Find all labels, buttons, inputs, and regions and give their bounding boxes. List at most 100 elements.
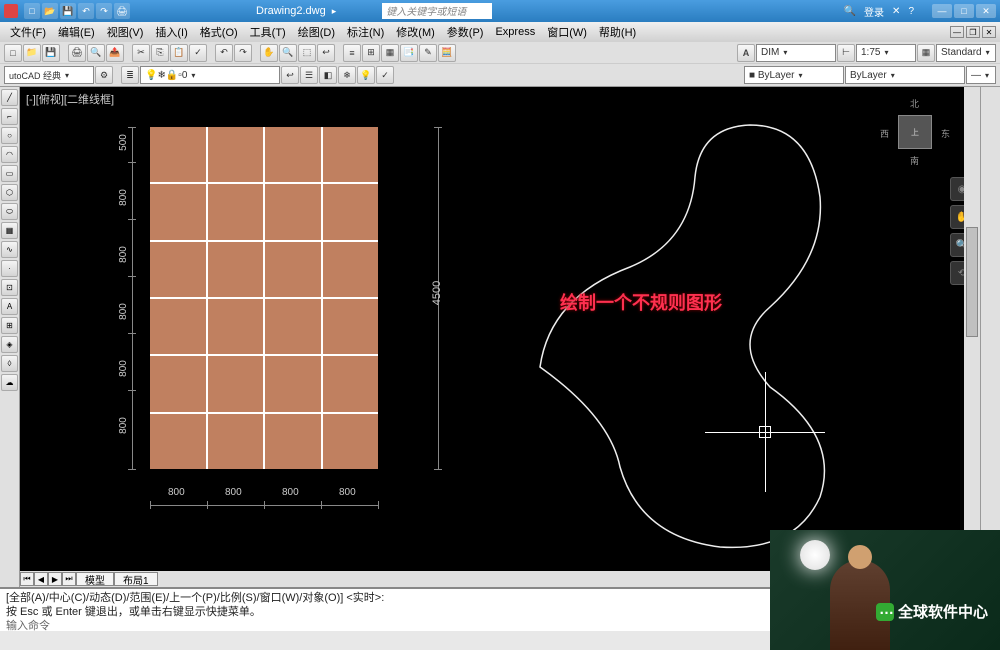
plot-icon[interactable]: 🖨	[68, 44, 86, 62]
drawing-canvas[interactable]: [-][俯视][二维线框] 500 800 800 800 800 800 45…	[20, 87, 980, 587]
hatch-icon[interactable]: ▦	[1, 222, 18, 239]
zoom-prev-icon[interactable]: ↩	[317, 44, 335, 62]
table-icon[interactable]: ▦	[917, 44, 935, 62]
qat-new-icon[interactable]: □	[24, 3, 40, 19]
tab-layout1[interactable]: 布局1	[114, 572, 158, 586]
close-button[interactable]: ✕	[976, 4, 996, 18]
layer-state-icon[interactable]: ☰	[300, 66, 318, 84]
calc-icon[interactable]: 🧮	[438, 44, 456, 62]
menu-express[interactable]: Express	[489, 26, 541, 38]
redo-icon[interactable]: ↷	[234, 44, 252, 62]
ellipse-icon[interactable]: ⬭	[1, 203, 18, 220]
table2-icon[interactable]: ⊞	[1, 317, 18, 334]
layer-freeze-icon[interactable]: ❄	[338, 66, 356, 84]
designcenter-icon[interactable]: ⊞	[362, 44, 380, 62]
arc-icon[interactable]: ◠	[1, 146, 18, 163]
draw-toolbar: ╱ ⌐ ○ ◠ ▭ ⬡ ⬭ ▦ ∿ · ⊡ A ⊞ ◈ ◊ ☁	[0, 87, 20, 587]
login-button[interactable]: 登录	[864, 4, 884, 19]
tab-model[interactable]: 模型	[76, 572, 114, 586]
toolpalette-icon[interactable]: ▦	[381, 44, 399, 62]
zoom-icon[interactable]: 🔍	[279, 44, 297, 62]
wipeout-icon[interactable]: ◊	[1, 355, 18, 372]
menu-view[interactable]: 视图(V)	[101, 24, 150, 40]
paste-icon[interactable]: 📋	[170, 44, 188, 62]
search-icon[interactable]: 🔍	[844, 6, 856, 17]
menu-insert[interactable]: 插入(I)	[149, 24, 193, 40]
color-combo[interactable]: ■ ByLayer	[744, 66, 844, 84]
menu-param[interactable]: 参数(P)	[441, 24, 490, 40]
text-icon[interactable]: A	[1, 298, 18, 315]
menu-tools[interactable]: 工具(T)	[244, 24, 292, 40]
menu-dimension[interactable]: 标注(N)	[341, 24, 390, 40]
qat-undo-icon[interactable]: ↶	[78, 3, 94, 19]
menu-window[interactable]: 窗口(W)	[541, 24, 593, 40]
region-icon[interactable]: ◈	[1, 336, 18, 353]
minimize-button[interactable]: —	[932, 4, 952, 18]
layer-make-icon[interactable]: ✓	[376, 66, 394, 84]
copy-icon[interactable]: ⎘	[151, 44, 169, 62]
polygon-icon[interactable]: ⬡	[1, 184, 18, 201]
help-search-input[interactable]: 键入关键字或短语	[382, 3, 492, 19]
tab-prev-button[interactable]: ◀	[34, 572, 48, 586]
workspace-combo[interactable]: utoCAD 经典	[4, 66, 94, 84]
workspace-gear-icon[interactable]: ⚙	[95, 66, 113, 84]
layer-combo[interactable]: 💡❄🔒▫ 0	[140, 66, 280, 84]
layer-prev-icon[interactable]: ↩	[281, 66, 299, 84]
pan-icon[interactable]: ✋	[260, 44, 278, 62]
mdi-minimize-button[interactable]: —	[950, 26, 964, 38]
cut-icon[interactable]: ✂	[132, 44, 150, 62]
menu-draw[interactable]: 绘图(D)	[292, 24, 341, 40]
exchange-icon[interactable]: ✕	[892, 6, 900, 17]
tab-last-button[interactable]: ⏭	[62, 572, 76, 586]
tab-next-button[interactable]: ▶	[48, 572, 62, 586]
menu-help[interactable]: 帮助(H)	[593, 24, 642, 40]
qat-print-icon[interactable]: 🖨	[114, 3, 130, 19]
menu-modify[interactable]: 修改(M)	[390, 24, 441, 40]
scale-combo[interactable]: 1:75	[856, 44, 916, 62]
tab-first-button[interactable]: ⏮	[20, 572, 34, 586]
point-icon[interactable]: ·	[1, 260, 18, 277]
mdi-close-button[interactable]: ✕	[982, 26, 996, 38]
viewcube[interactable]: 北 东 南 西 上	[880, 97, 950, 167]
pline-icon[interactable]: ⌐	[1, 108, 18, 125]
help-icon[interactable]: ?	[908, 6, 914, 17]
circle-icon[interactable]: ○	[1, 127, 18, 144]
menu-file[interactable]: 文件(F)	[4, 24, 52, 40]
dimstyle-combo[interactable]: DIM	[756, 44, 836, 62]
save-icon[interactable]: 💾	[42, 44, 60, 62]
qat-open-icon[interactable]: 📂	[42, 3, 58, 19]
maximize-button[interactable]: □	[954, 4, 974, 18]
zoom-window-icon[interactable]: ⬚	[298, 44, 316, 62]
open-icon[interactable]: 📁	[23, 44, 41, 62]
preview-icon[interactable]: 🔍	[87, 44, 105, 62]
rect-icon[interactable]: ▭	[1, 165, 18, 182]
viewport-label[interactable]: [-][俯视][二维线框]	[26, 91, 114, 107]
sheetset-icon[interactable]: 📑	[400, 44, 418, 62]
mdi-restore-button[interactable]: ❐	[966, 26, 980, 38]
layer-off-icon[interactable]: 💡	[357, 66, 375, 84]
new-icon[interactable]: □	[4, 44, 22, 62]
quick-access-toolbar: □ 📂 💾 ↶ ↷ 🖨	[24, 3, 130, 19]
match-icon[interactable]: ✓	[189, 44, 207, 62]
undo-icon[interactable]: ↶	[215, 44, 233, 62]
title-chevron-icon[interactable]: ▸	[332, 6, 337, 17]
layer-iso-icon[interactable]: ◧	[319, 66, 337, 84]
qat-save-icon[interactable]: 💾	[60, 3, 76, 19]
menu-edit[interactable]: 编辑(E)	[52, 24, 101, 40]
properties-icon[interactable]: ≡	[343, 44, 361, 62]
lineweight-combo[interactable]: —	[966, 66, 996, 84]
menu-format[interactable]: 格式(O)	[194, 24, 244, 40]
vertical-scrollbar[interactable]	[964, 87, 980, 571]
dim-icon[interactable]: ⊢	[837, 44, 855, 62]
block-icon[interactable]: ⊡	[1, 279, 18, 296]
textstyle-icon[interactable]: A	[737, 44, 755, 62]
revision-icon[interactable]: ☁	[1, 374, 18, 391]
linetype-combo[interactable]: ByLayer	[845, 66, 965, 84]
textstyle-combo[interactable]: Standard	[936, 44, 996, 62]
line-icon[interactable]: ╱	[1, 89, 18, 106]
publish-icon[interactable]: 📤	[106, 44, 124, 62]
qat-redo-icon[interactable]: ↷	[96, 3, 112, 19]
layer-props-icon[interactable]: ≣	[121, 66, 139, 84]
markup-icon[interactable]: ✎	[419, 44, 437, 62]
spline-icon[interactable]: ∿	[1, 241, 18, 258]
